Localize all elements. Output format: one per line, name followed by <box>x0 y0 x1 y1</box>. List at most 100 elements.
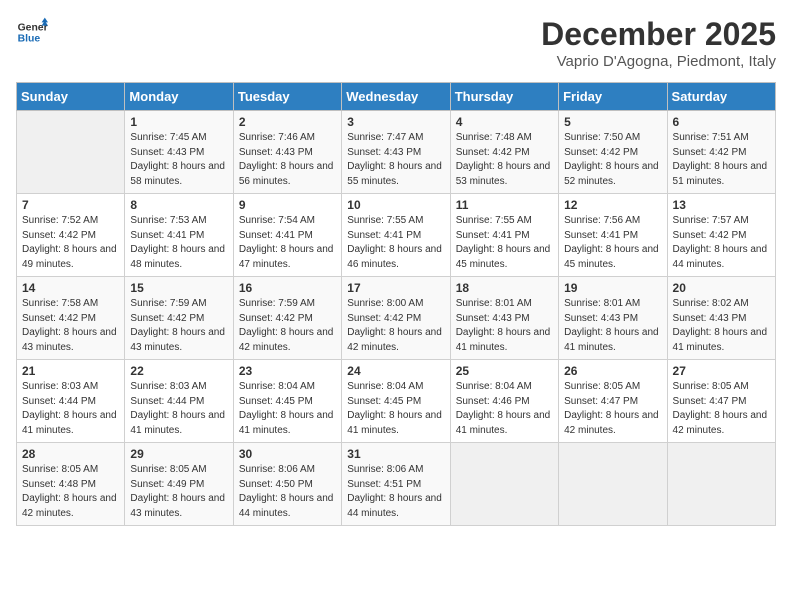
sunrise-text: Sunrise: 8:05 AM <box>130 464 206 475</box>
day-info: Sunrise: 7:58 AM Sunset: 4:42 PM Dayligh… <box>22 297 119 355</box>
day-number: 4 <box>456 115 553 129</box>
sunrise-text: Sunrise: 8:05 AM <box>22 464 98 475</box>
calendar-cell: 4 Sunrise: 7:48 AM Sunset: 4:42 PM Dayli… <box>450 111 558 194</box>
sunrise-text: Sunrise: 7:46 AM <box>239 132 315 143</box>
day-number: 11 <box>456 198 553 212</box>
sunrise-text: Sunrise: 8:02 AM <box>673 298 749 309</box>
sunset-text: Sunset: 4:42 PM <box>673 147 747 158</box>
daylight-text: Daylight: 8 hours and 42 minutes. <box>22 493 117 519</box>
sunset-text: Sunset: 4:42 PM <box>673 230 747 241</box>
svg-text:Blue: Blue <box>18 34 41 45</box>
day-number: 1 <box>130 115 227 129</box>
location-subtitle: Vaprio D'Agogna, Piedmont, Italy <box>541 53 776 70</box>
calendar-cell: 27 Sunrise: 8:05 AM Sunset: 4:47 PM Dayl… <box>667 360 775 443</box>
sunset-text: Sunset: 4:41 PM <box>239 230 313 241</box>
daylight-text: Daylight: 8 hours and 44 minutes. <box>239 493 334 519</box>
sunrise-text: Sunrise: 8:04 AM <box>456 381 532 392</box>
calendar-cell <box>559 443 667 526</box>
day-number: 15 <box>130 281 227 295</box>
calendar-cell: 1 Sunrise: 7:45 AM Sunset: 4:43 PM Dayli… <box>125 111 233 194</box>
daylight-text: Daylight: 8 hours and 48 minutes. <box>130 244 225 270</box>
day-info: Sunrise: 7:51 AM Sunset: 4:42 PM Dayligh… <box>673 131 770 189</box>
calendar-cell: 10 Sunrise: 7:55 AM Sunset: 4:41 PM Dayl… <box>342 194 450 277</box>
daylight-text: Daylight: 8 hours and 41 minutes. <box>22 410 117 436</box>
sunset-text: Sunset: 4:41 PM <box>456 230 530 241</box>
day-info: Sunrise: 7:55 AM Sunset: 4:41 PM Dayligh… <box>347 214 444 272</box>
day-number: 12 <box>564 198 661 212</box>
calendar-cell: 17 Sunrise: 8:00 AM Sunset: 4:42 PM Dayl… <box>342 277 450 360</box>
day-info: Sunrise: 7:57 AM Sunset: 4:42 PM Dayligh… <box>673 214 770 272</box>
sunset-text: Sunset: 4:45 PM <box>239 396 313 407</box>
calendar-cell: 7 Sunrise: 7:52 AM Sunset: 4:42 PM Dayli… <box>17 194 125 277</box>
calendar-cell: 28 Sunrise: 8:05 AM Sunset: 4:48 PM Dayl… <box>17 443 125 526</box>
sunrise-text: Sunrise: 7:59 AM <box>239 298 315 309</box>
day-info: Sunrise: 7:59 AM Sunset: 4:42 PM Dayligh… <box>239 297 336 355</box>
sunrise-text: Sunrise: 7:55 AM <box>456 215 532 226</box>
title-area: December 2025 Vaprio D'Agogna, Piedmont,… <box>541 16 776 70</box>
sunrise-text: Sunrise: 8:04 AM <box>347 381 423 392</box>
day-number: 24 <box>347 364 444 378</box>
day-number: 6 <box>673 115 770 129</box>
day-number: 26 <box>564 364 661 378</box>
calendar-cell: 16 Sunrise: 7:59 AM Sunset: 4:42 PM Dayl… <box>233 277 341 360</box>
sunrise-text: Sunrise: 8:05 AM <box>564 381 640 392</box>
day-number: 28 <box>22 447 119 461</box>
col-header-friday: Friday <box>559 83 667 111</box>
day-info: Sunrise: 7:47 AM Sunset: 4:43 PM Dayligh… <box>347 131 444 189</box>
calendar-cell: 8 Sunrise: 7:53 AM Sunset: 4:41 PM Dayli… <box>125 194 233 277</box>
day-number: 14 <box>22 281 119 295</box>
calendar-cell: 19 Sunrise: 8:01 AM Sunset: 4:43 PM Dayl… <box>559 277 667 360</box>
day-info: Sunrise: 8:05 AM Sunset: 4:49 PM Dayligh… <box>130 463 227 521</box>
calendar-cell: 12 Sunrise: 7:56 AM Sunset: 4:41 PM Dayl… <box>559 194 667 277</box>
sunrise-text: Sunrise: 7:52 AM <box>22 215 98 226</box>
calendar-cell: 13 Sunrise: 7:57 AM Sunset: 4:42 PM Dayl… <box>667 194 775 277</box>
day-info: Sunrise: 8:05 AM Sunset: 4:47 PM Dayligh… <box>673 380 770 438</box>
day-number: 27 <box>673 364 770 378</box>
calendar-week-row: 28 Sunrise: 8:05 AM Sunset: 4:48 PM Dayl… <box>17 443 776 526</box>
sunset-text: Sunset: 4:42 PM <box>22 313 96 324</box>
day-info: Sunrise: 7:55 AM Sunset: 4:41 PM Dayligh… <box>456 214 553 272</box>
daylight-text: Daylight: 8 hours and 41 minutes. <box>673 327 768 353</box>
calendar-week-row: 1 Sunrise: 7:45 AM Sunset: 4:43 PM Dayli… <box>17 111 776 194</box>
sunrise-text: Sunrise: 7:47 AM <box>347 132 423 143</box>
day-number: 23 <box>239 364 336 378</box>
sunrise-text: Sunrise: 7:53 AM <box>130 215 206 226</box>
day-number: 5 <box>564 115 661 129</box>
sunrise-text: Sunrise: 7:45 AM <box>130 132 206 143</box>
sunset-text: Sunset: 4:42 PM <box>564 147 638 158</box>
logo: General Blue <box>16 16 48 48</box>
sunrise-text: Sunrise: 8:06 AM <box>239 464 315 475</box>
calendar-cell: 31 Sunrise: 8:06 AM Sunset: 4:51 PM Dayl… <box>342 443 450 526</box>
calendar-cell: 24 Sunrise: 8:04 AM Sunset: 4:45 PM Dayl… <box>342 360 450 443</box>
daylight-text: Daylight: 8 hours and 42 minutes. <box>347 327 442 353</box>
sunrise-text: Sunrise: 7:58 AM <box>22 298 98 309</box>
calendar-cell: 20 Sunrise: 8:02 AM Sunset: 4:43 PM Dayl… <box>667 277 775 360</box>
day-number: 18 <box>456 281 553 295</box>
day-info: Sunrise: 8:01 AM Sunset: 4:43 PM Dayligh… <box>564 297 661 355</box>
calendar-cell: 26 Sunrise: 8:05 AM Sunset: 4:47 PM Dayl… <box>559 360 667 443</box>
sunset-text: Sunset: 4:48 PM <box>22 479 96 490</box>
calendar-cell: 2 Sunrise: 7:46 AM Sunset: 4:43 PM Dayli… <box>233 111 341 194</box>
calendar-cell: 3 Sunrise: 7:47 AM Sunset: 4:43 PM Dayli… <box>342 111 450 194</box>
sunrise-text: Sunrise: 8:04 AM <box>239 381 315 392</box>
sunset-text: Sunset: 4:42 PM <box>456 147 530 158</box>
calendar-table: SundayMondayTuesdayWednesdayThursdayFrid… <box>16 82 776 526</box>
day-info: Sunrise: 8:04 AM Sunset: 4:45 PM Dayligh… <box>239 380 336 438</box>
day-info: Sunrise: 7:46 AM Sunset: 4:43 PM Dayligh… <box>239 131 336 189</box>
sunset-text: Sunset: 4:43 PM <box>239 147 313 158</box>
day-number: 16 <box>239 281 336 295</box>
calendar-cell: 11 Sunrise: 7:55 AM Sunset: 4:41 PM Dayl… <box>450 194 558 277</box>
day-number: 19 <box>564 281 661 295</box>
month-title: December 2025 <box>541 16 776 53</box>
daylight-text: Daylight: 8 hours and 49 minutes. <box>22 244 117 270</box>
sunset-text: Sunset: 4:41 PM <box>564 230 638 241</box>
sunrise-text: Sunrise: 7:57 AM <box>673 215 749 226</box>
day-info: Sunrise: 8:04 AM Sunset: 4:46 PM Dayligh… <box>456 380 553 438</box>
sunrise-text: Sunrise: 7:50 AM <box>564 132 640 143</box>
sunset-text: Sunset: 4:47 PM <box>673 396 747 407</box>
sunrise-text: Sunrise: 7:59 AM <box>130 298 206 309</box>
daylight-text: Daylight: 8 hours and 58 minutes. <box>130 161 225 187</box>
day-number: 25 <box>456 364 553 378</box>
daylight-text: Daylight: 8 hours and 41 minutes. <box>347 410 442 436</box>
day-info: Sunrise: 7:52 AM Sunset: 4:42 PM Dayligh… <box>22 214 119 272</box>
